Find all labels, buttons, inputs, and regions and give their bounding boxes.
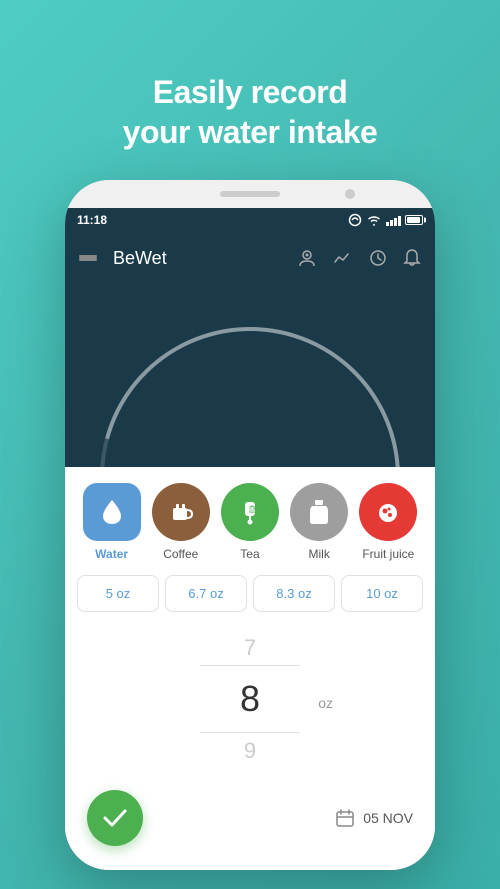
drink-item-fruit-juice[interactable]: Fruit juice — [359, 483, 417, 561]
drink-item-tea[interactable]: 🛍 Tea — [221, 483, 279, 561]
milk-label: Milk — [308, 547, 329, 561]
number-picker: 7 8 oz 9 — [77, 626, 423, 772]
phone-speaker — [220, 191, 280, 197]
phone-mockup: 11:18 — [65, 180, 435, 870]
water-circle — [83, 483, 141, 541]
bell-icon[interactable] — [403, 248, 421, 268]
drink-item-water[interactable]: Water — [83, 483, 141, 561]
svg-text:🛍: 🛍 — [248, 505, 258, 514]
app-title: BeWet — [113, 248, 285, 269]
phone-camera — [345, 189, 355, 199]
milk-circle — [290, 483, 348, 541]
app-bar-icons — [297, 248, 421, 268]
milk-bottle-icon — [308, 498, 330, 526]
fruit-juice-label: Fruit juice — [362, 547, 414, 561]
wifi-icon — [366, 214, 382, 226]
drink-item-coffee[interactable]: Coffee — [152, 483, 210, 561]
picker-current[interactable]: 8 — [200, 665, 300, 733]
amount-btn-10oz[interactable]: 10 oz — [341, 575, 423, 612]
coffee-label: Coffee — [163, 547, 198, 561]
amount-btn-83oz[interactable]: 8.3 oz — [253, 575, 335, 612]
checkmark-icon — [102, 808, 128, 828]
arc-container — [100, 297, 400, 467]
phone-top-bar — [65, 180, 435, 208]
confirm-button[interactable] — [87, 790, 143, 846]
signal-icon — [386, 214, 401, 226]
calendar-icon — [335, 808, 355, 828]
menu-button[interactable] — [79, 255, 97, 261]
drink-selector: Water Coffee — [77, 483, 423, 561]
chart-icon[interactable] — [333, 250, 353, 266]
sync-icon — [348, 213, 362, 227]
date-display[interactable]: 05 NOV — [335, 808, 413, 828]
water-label: Water — [95, 547, 128, 561]
action-row: 05 NOV — [77, 786, 423, 850]
main-content-area — [65, 284, 435, 467]
tea-label: Tea — [240, 547, 259, 561]
amount-btn-5oz[interactable]: 5 oz — [77, 575, 159, 612]
headline: Easily record your water intake — [123, 36, 378, 152]
arc-circle-active — [65, 284, 435, 467]
picker-next[interactable]: 9 — [244, 733, 256, 768]
app-toolbar: BeWet — [65, 232, 435, 284]
picker-unit: oz — [318, 695, 333, 711]
lower-section: Water Coffee — [65, 467, 435, 870]
user-icon[interactable] — [297, 248, 317, 268]
tea-bag-icon: 🛍 — [237, 498, 263, 526]
date-text: 05 NOV — [363, 810, 413, 826]
fruit-juice-icon — [375, 498, 401, 526]
history-icon[interactable] — [369, 249, 387, 267]
coffee-cup-icon — [168, 498, 194, 526]
water-drop-icon — [99, 498, 125, 526]
quick-amounts: 5 oz 6.7 oz 8.3 oz 10 oz — [77, 575, 423, 612]
status-icons — [348, 213, 423, 227]
amount-btn-67oz[interactable]: 6.7 oz — [165, 575, 247, 612]
headline-line2: your water intake — [123, 114, 378, 150]
battery-icon — [405, 215, 423, 225]
coffee-circle — [152, 483, 210, 541]
picker-prev[interactable]: 7 — [244, 630, 256, 665]
status-bar: 11:18 — [65, 208, 435, 232]
headline-line1: Easily record — [153, 74, 348, 110]
tea-circle: 🛍 — [221, 483, 279, 541]
fruit-juice-circle — [359, 483, 417, 541]
status-time: 11:18 — [77, 213, 107, 227]
drink-item-milk[interactable]: Milk — [290, 483, 348, 561]
